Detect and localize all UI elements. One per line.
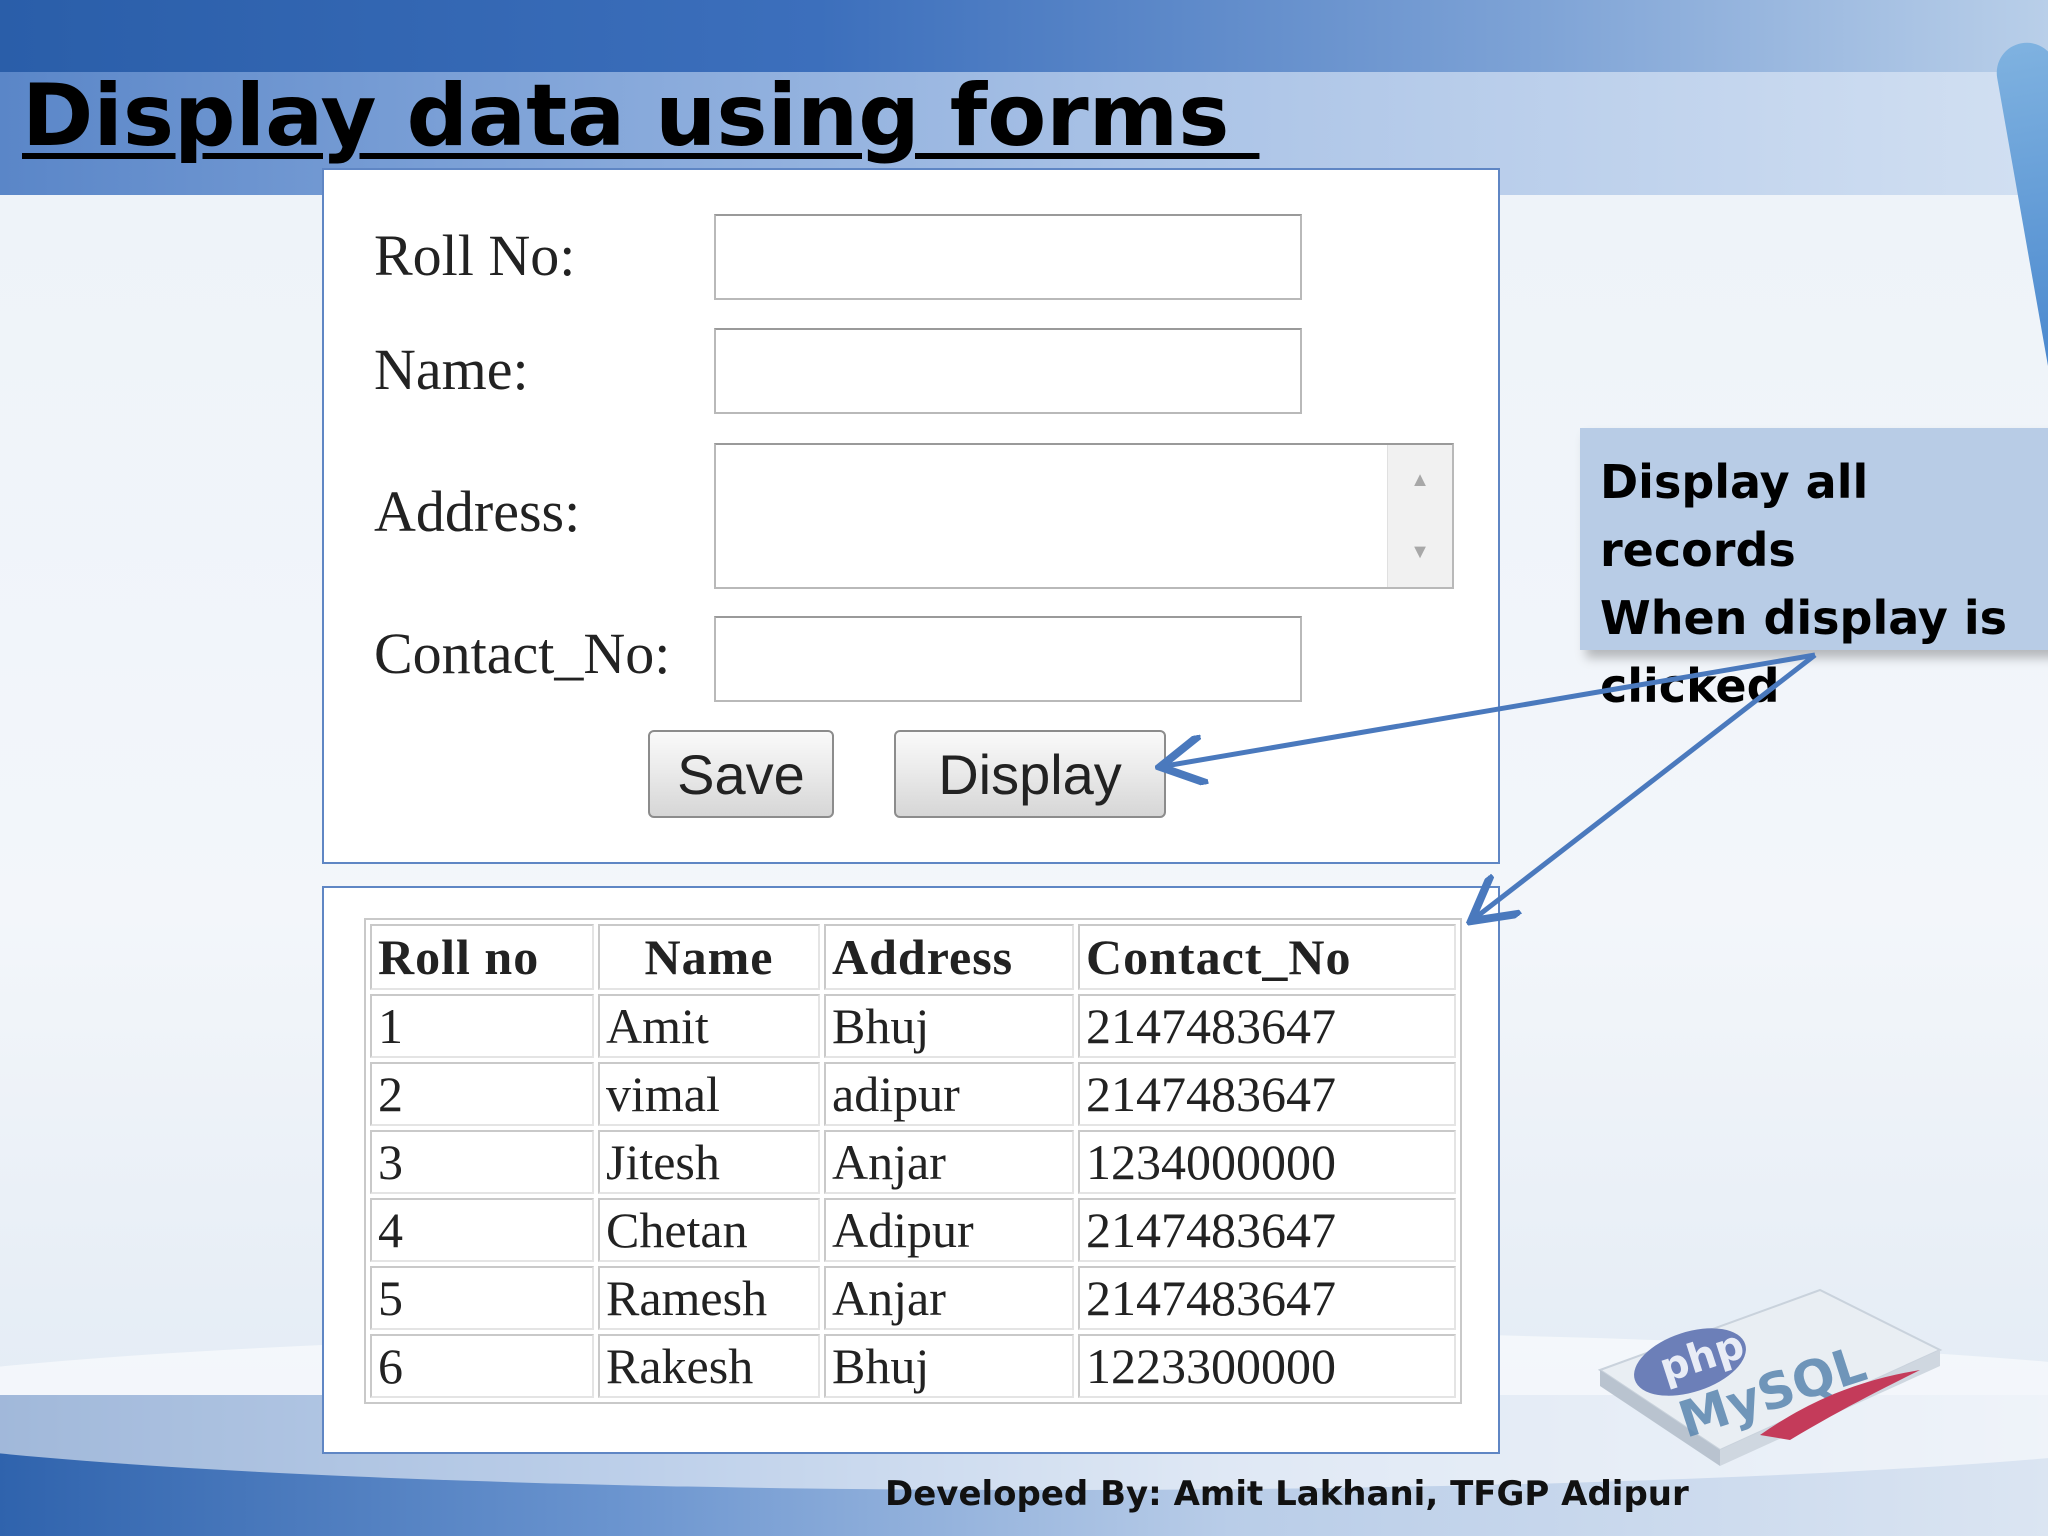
cell-name: vimal <box>598 1062 820 1126</box>
cell-roll-no: 5 <box>370 1266 594 1330</box>
cell-contact-no: 2147483647 <box>1078 994 1456 1058</box>
callout-line: Display all records <box>1600 455 1869 577</box>
php-mysql-logo-graphic: php MySQL <box>1597 1288 1943 1466</box>
cell-roll-no: 4 <box>370 1198 594 1262</box>
php-mysql-logo-icon: php MySQL <box>1590 1270 1950 1470</box>
contact-no-label: Contact_No: <box>374 621 671 686</box>
cell-contact-no: 2147483647 <box>1078 1198 1456 1262</box>
contact-no-input[interactable] <box>714 616 1302 702</box>
cell-name: Rakesh <box>598 1334 820 1398</box>
table-row: 2 vimal adipur 2147483647 <box>370 1062 1456 1126</box>
cell-roll-no: 1 <box>370 994 594 1058</box>
cell-contact-no: 1234000000 <box>1078 1130 1456 1194</box>
cell-contact-no: 2147483647 <box>1078 1266 1456 1330</box>
address-scrollbar[interactable]: ▲ ▼ <box>1387 445 1452 587</box>
table-header-row: Roll no Name Address Contact_No <box>370 924 1456 990</box>
cell-roll-no: 3 <box>370 1130 594 1194</box>
table-row: 3 Jitesh Anjar 1234000000 <box>370 1130 1456 1194</box>
cell-address: Adipur <box>824 1198 1074 1262</box>
cell-address: Anjar <box>824 1266 1074 1330</box>
save-button[interactable]: Save <box>648 730 834 818</box>
cell-address: Bhuj <box>824 1334 1074 1398</box>
cell-contact-no: 2147483647 <box>1078 1062 1456 1126</box>
cell-address: Anjar <box>824 1130 1074 1194</box>
header-name: Name <box>598 924 820 990</box>
cell-name: Chetan <box>598 1198 820 1262</box>
table-row: 6 Rakesh Bhuj 1223300000 <box>370 1334 1456 1398</box>
records-table: Roll no Name Address Contact_No 1 Amit B… <box>364 918 1462 1404</box>
cell-name: Ramesh <box>598 1266 820 1330</box>
cell-address: Bhuj <box>824 994 1074 1058</box>
cell-roll-no: 2 <box>370 1062 594 1126</box>
address-textarea-box: ▲ ▼ <box>714 443 1454 591</box>
header-roll-no: Roll no <box>370 924 594 990</box>
header-contact-no: Contact_No <box>1078 924 1456 990</box>
callout-line: When display is <box>1600 591 2007 645</box>
name-label: Name: <box>374 337 529 402</box>
form-panel: Roll No: Name: Address: ▲ ▼ Contact_No: … <box>322 168 1500 864</box>
header-band-dark <box>0 0 2048 72</box>
callout-text: Display all records When display is clic… <box>1600 448 2048 720</box>
callout-box: Display all records When display is clic… <box>1580 428 2048 713</box>
cell-address: adipur <box>824 1062 1074 1126</box>
roll-no-label: Roll No: <box>374 223 576 288</box>
address-label: Address: <box>374 479 581 544</box>
name-input[interactable] <box>714 328 1302 414</box>
display-button[interactable]: Display <box>894 730 1166 818</box>
table-row: 1 Amit Bhuj 2147483647 <box>370 994 1456 1058</box>
cell-roll-no: 6 <box>370 1334 594 1398</box>
header-address: Address <box>824 924 1074 990</box>
scroll-up-arrow-icon[interactable]: ▲ <box>1388 455 1452 505</box>
callout-line: clicked <box>1600 659 1780 713</box>
address-textarea[interactable] <box>716 445 1380 591</box>
slide-title: Display data using forms <box>22 66 1260 166</box>
footer-credit: Developed By: Amit Lakhani, TFGP Adipur <box>885 1474 1689 1514</box>
cell-name: Jitesh <box>598 1130 820 1194</box>
roll-no-input[interactable] <box>714 214 1302 300</box>
cell-contact-no: 1223300000 <box>1078 1334 1456 1398</box>
records-panel: Roll no Name Address Contact_No 1 Amit B… <box>322 886 1500 1454</box>
cell-name: Amit <box>598 994 820 1058</box>
table-row: 5 Ramesh Anjar 2147483647 <box>370 1266 1456 1330</box>
table-row: 4 Chetan Adipur 2147483647 <box>370 1198 1456 1262</box>
scroll-down-arrow-icon[interactable]: ▼ <box>1388 527 1452 577</box>
